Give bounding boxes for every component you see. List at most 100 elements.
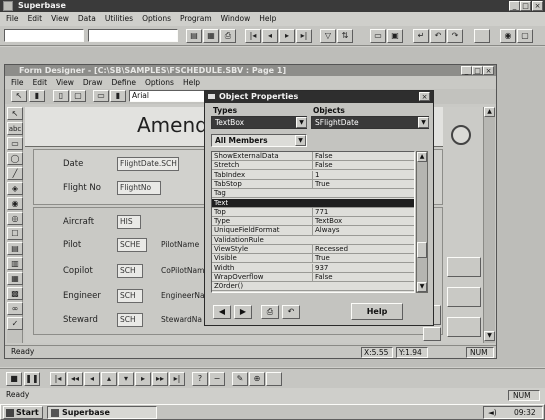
- speaker-icon[interactable]: ◄): [488, 407, 497, 418]
- redo-icon[interactable]: ↷: [447, 29, 463, 43]
- form-button-2[interactable]: [423, 327, 441, 341]
- property-row[interactable]: ValidationRule: [212, 236, 414, 245]
- window-icon[interactable]: ▭: [370, 29, 386, 43]
- nav-pause-icon[interactable]: ❚❚: [24, 372, 40, 386]
- types-combo[interactable]: TextBox ▼: [211, 116, 307, 129]
- property-row[interactable]: Z0rder(): [212, 282, 414, 292]
- nav-query-icon[interactable]: ?: [192, 372, 208, 386]
- app-close-button[interactable]: ×: [532, 1, 543, 11]
- nav-down-icon[interactable]: ▾: [118, 372, 134, 386]
- property-row[interactable]: UniqueFieldFormat Always: [212, 226, 414, 236]
- form-menu-draw[interactable]: Draw: [83, 77, 103, 88]
- start-button[interactable]: Start: [3, 406, 43, 419]
- grid-scroll-up-arrow[interactable]: ▲: [417, 152, 427, 162]
- select-tool-icon[interactable]: ↖: [7, 107, 23, 120]
- property-row[interactable]: ViewStyle Recessed: [212, 245, 414, 255]
- menu-window[interactable]: Window: [221, 13, 251, 25]
- form-close-button[interactable]: ×: [483, 66, 494, 75]
- font-name-combo[interactable]: Arial: [129, 90, 207, 102]
- property-row[interactable]: TabStop True: [212, 179, 414, 190]
- menu-utilities[interactable]: Utilities: [105, 13, 133, 25]
- menu-program[interactable]: Program: [180, 13, 212, 25]
- form-menu-help[interactable]: Help: [183, 77, 200, 88]
- text-tool-icon[interactable]: abc: [7, 122, 23, 135]
- members-combo[interactable]: All Members ▼: [211, 134, 307, 147]
- types-dropdown-arrow[interactable]: ▼: [296, 117, 307, 128]
- properties-system-icon[interactable]: [208, 94, 215, 99]
- app-maximize-button[interactable]: □: [520, 1, 531, 11]
- help-button[interactable]: Help: [351, 303, 403, 320]
- table-combo[interactable]: [4, 29, 84, 42]
- property-row[interactable]: Tag: [212, 189, 414, 199]
- form-menu-edit[interactable]: Edit: [33, 77, 48, 88]
- menu-options[interactable]: Options: [142, 13, 171, 25]
- open-icon[interactable]: ▤: [186, 29, 202, 43]
- form-menu-define[interactable]: Define: [112, 77, 136, 88]
- page-tool-icon[interactable]: ▯: [53, 90, 69, 102]
- print-icon[interactable]: ⎙: [220, 29, 236, 43]
- nav-rewind-icon[interactable]: ◂◂: [67, 372, 83, 386]
- menu-file[interactable]: File: [6, 13, 19, 25]
- property-row[interactable]: TabIndex 1: [212, 170, 414, 180]
- line-tool-icon[interactable]: ╱: [7, 167, 23, 180]
- image-tool-icon[interactable]: ◈: [7, 182, 23, 195]
- property-row[interactable]: Stretch False: [212, 161, 414, 171]
- prev-record-icon[interactable]: ◂: [262, 29, 278, 43]
- flight-no-field[interactable]: FlightNo: [117, 181, 161, 195]
- box-tool-icon[interactable]: ▭: [93, 90, 109, 102]
- app-icon[interactable]: [3, 1, 13, 11]
- pointer-tool-icon[interactable]: ↖: [11, 90, 27, 102]
- side-button-1[interactable]: [447, 257, 481, 277]
- blank-tool-icon[interactable]: [474, 29, 490, 43]
- enter-icon[interactable]: ↵: [413, 29, 429, 43]
- members-dropdown-arrow[interactable]: ▼: [295, 135, 306, 146]
- form-menu-options[interactable]: Options: [145, 77, 174, 88]
- form-maximize-button[interactable]: □: [472, 66, 483, 75]
- grid-scroll-thumb[interactable]: [417, 242, 427, 258]
- property-value[interactable]: 1: [312, 170, 398, 180]
- tile-icon[interactable]: ▣: [387, 29, 403, 43]
- nav-up-icon[interactable]: ▴: [101, 372, 117, 386]
- pilot-field[interactable]: SCHE: [117, 238, 147, 252]
- form-menu-view[interactable]: View: [56, 77, 74, 88]
- menu-help[interactable]: Help: [259, 13, 276, 25]
- nav-blank-icon[interactable]: [266, 372, 282, 386]
- app-minimize-button[interactable]: _: [509, 1, 520, 11]
- nav-insert-icon[interactable]: ⊕: [249, 372, 265, 386]
- scroll-up-arrow[interactable]: ▲: [484, 107, 495, 117]
- form-menu-file[interactable]: File: [11, 77, 24, 88]
- undo-icon[interactable]: ↶: [430, 29, 446, 43]
- rectangle-tool-icon[interactable]: ▭: [7, 137, 23, 150]
- property-grid[interactable]: ShowExternalData False Stretch False TabInde…: [211, 151, 415, 293]
- undo-property-icon[interactable]: ↶: [282, 305, 300, 319]
- next-record-icon[interactable]: ▸: [279, 29, 295, 43]
- chart-tool-icon[interactable]: ▩: [7, 287, 23, 300]
- property-row[interactable]: WrapOverflow False: [212, 272, 414, 283]
- checkbox-tool-icon[interactable]: ☐: [7, 227, 23, 240]
- property-value[interactable]: Always: [312, 226, 398, 236]
- menu-edit[interactable]: Edit: [28, 13, 43, 25]
- property-value[interactable]: Recessed: [312, 245, 398, 254]
- menu-view[interactable]: View: [51, 13, 69, 25]
- property-value[interactable]: True: [312, 254, 398, 264]
- fill-tool-icon[interactable]: ▮: [110, 90, 126, 102]
- property-row[interactable]: ShowExternalData False: [212, 152, 414, 162]
- form-minimize-button[interactable]: _: [461, 66, 472, 75]
- layout-tool-icon[interactable]: ▮: [29, 90, 45, 102]
- ole-tool-icon[interactable]: ✓: [7, 317, 23, 330]
- objects-dropdown-arrow[interactable]: ▼: [418, 117, 429, 128]
- property-value[interactable]: False: [312, 161, 398, 171]
- database-icon[interactable]: ◉: [500, 29, 516, 43]
- date-field[interactable]: FlightDate.SCH: [117, 157, 179, 171]
- nav-forward-icon[interactable]: ▸▸: [152, 372, 168, 386]
- property-value[interactable]: False: [312, 272, 398, 282]
- menu-data[interactable]: Data: [78, 13, 96, 25]
- grid-scroll-down-arrow[interactable]: ▼: [417, 282, 427, 292]
- info-icon[interactable]: ▢: [517, 29, 533, 43]
- link-tool-icon[interactable]: ∞: [7, 302, 23, 315]
- form-vertical-scrollbar[interactable]: ▲ ▼: [483, 107, 495, 343]
- nav-stop-icon[interactable]: ■: [6, 372, 22, 386]
- properties-close-button[interactable]: ×: [419, 92, 430, 101]
- scroll-down-arrow[interactable]: ▼: [484, 331, 495, 341]
- grid-tool-icon[interactable]: ▦: [7, 272, 23, 285]
